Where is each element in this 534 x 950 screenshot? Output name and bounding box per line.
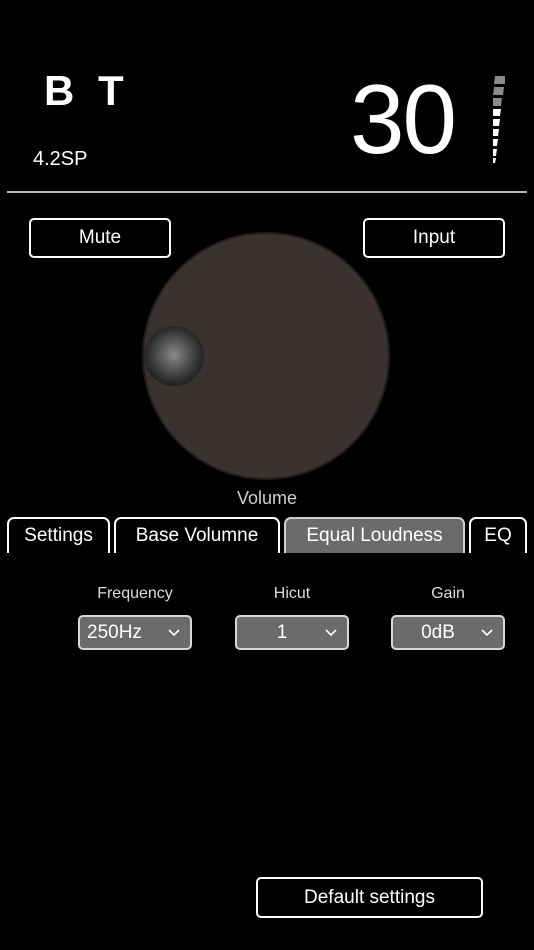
gain-label: Gain xyxy=(431,585,465,602)
gain-select[interactable]: 0dB xyxy=(391,615,505,650)
tab-base-volume[interactable]: Base Volumne xyxy=(114,517,280,553)
volume-knob-label: Volume xyxy=(236,488,298,508)
volume-readout: 30 xyxy=(350,64,457,174)
mute-button[interactable]: Mute xyxy=(29,218,171,258)
header-divider xyxy=(7,191,527,193)
chevron-down-icon xyxy=(323,628,347,637)
tab-settings[interactable]: Settings xyxy=(7,517,110,553)
chevron-down-icon xyxy=(166,628,190,637)
default-settings-button[interactable]: Default settings xyxy=(256,877,483,918)
input-button[interactable]: Input xyxy=(363,218,505,258)
gain-value: 0dB xyxy=(421,621,455,643)
frequency-select[interactable]: 250Hz xyxy=(78,615,192,650)
hicut-label: Hicut xyxy=(273,585,311,602)
volume-level-meter-icon xyxy=(491,76,507,164)
knob-indicator-dot[interactable] xyxy=(144,326,204,386)
hicut-select[interactable]: 1 xyxy=(235,615,349,650)
chevron-down-icon xyxy=(479,628,503,637)
hicut-value: 1 xyxy=(276,621,288,643)
tab-eq[interactable]: EQ xyxy=(469,517,527,553)
source-label: B T xyxy=(44,67,130,114)
frequency-label: Frequency xyxy=(97,585,173,602)
model-label: 4.2SP xyxy=(33,148,88,170)
tab-equal-loudness[interactable]: Equal Loudness xyxy=(284,517,465,553)
frequency-value: 250Hz xyxy=(87,621,142,643)
